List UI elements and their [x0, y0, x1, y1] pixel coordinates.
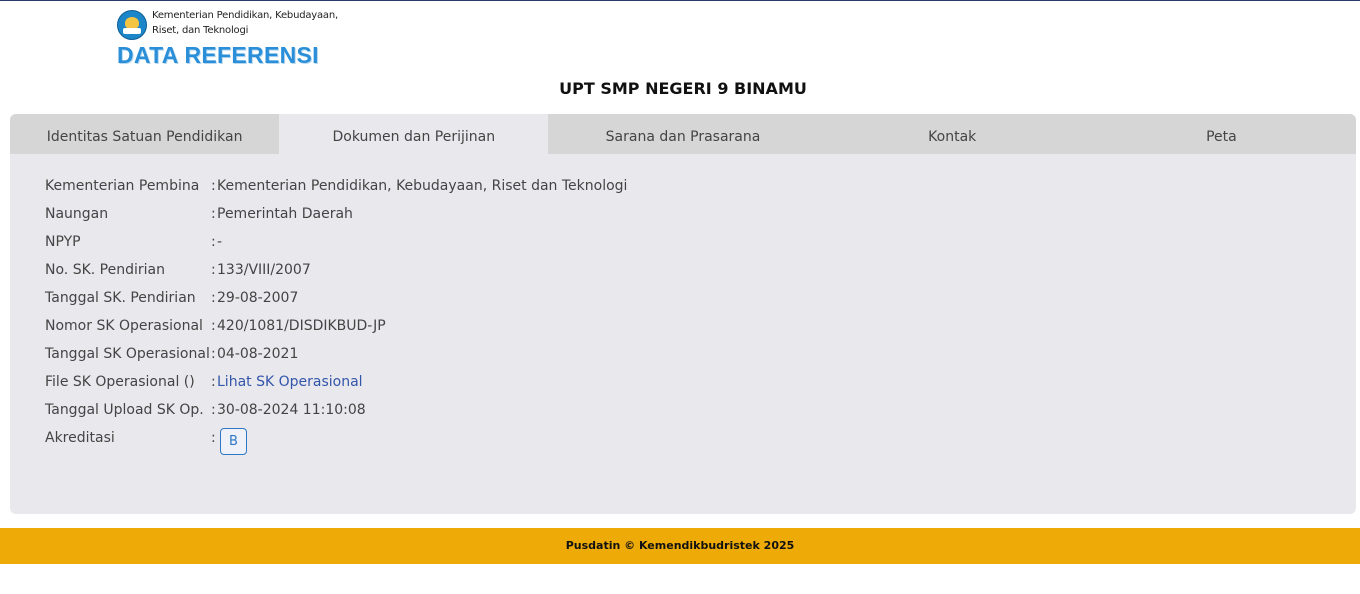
- detail-label: Akreditasi: [45, 430, 115, 446]
- detail-label: Kementerian Pembina: [45, 178, 200, 194]
- tab-sarana[interactable]: Sarana dan Prasarana: [548, 114, 817, 154]
- tut-wuri-handayani-emblem-icon: [117, 10, 147, 40]
- detail-value: -: [217, 234, 223, 250]
- detail-value: 04-08-2021: [217, 346, 299, 362]
- tab-bar: Identitas Satuan Pendidikan Dokumen dan …: [10, 114, 1356, 154]
- top-border: [0, 0, 1360, 1]
- accreditation-badge: B: [220, 428, 247, 455]
- footer-text: Pusdatin © Kemendikbudristek 2025: [0, 528, 1360, 564]
- school-name: UPT SMP NEGERI 9 BINAMU: [559, 79, 807, 98]
- detail-label: Nomor SK Operasional: [45, 318, 203, 334]
- detail-label: No. SK. Pendirian: [45, 262, 165, 278]
- detail-value: 30-08-2024 11:10:08: [217, 402, 366, 418]
- tab-identitas[interactable]: Identitas Satuan Pendidikan: [10, 114, 279, 154]
- separator: :: [211, 206, 216, 222]
- detail-label: File SK Operasional (): [45, 374, 195, 390]
- tab-kontak[interactable]: Kontak: [818, 114, 1087, 154]
- separator: :: [211, 178, 216, 194]
- separator: :: [211, 318, 216, 334]
- separator: :: [211, 402, 216, 418]
- detail-label: Tanggal Upload SK Op.: [45, 402, 204, 418]
- ministry-name-line2: Riset, dan Teknologi: [152, 25, 249, 36]
- ministry-name-line1: Kementerian Pendidikan, Kebudayaan,: [152, 10, 338, 21]
- detail-value: 29-08-2007: [217, 290, 299, 306]
- separator: :: [211, 290, 216, 306]
- detail-value: Kementerian Pendidikan, Kebudayaan, Rise…: [217, 178, 628, 194]
- detail-label: Tanggal SK. Pendirian: [45, 290, 196, 306]
- separator: :: [211, 346, 216, 362]
- detail-label: Tanggal SK Operasional: [45, 346, 210, 362]
- detail-label: Naungan: [45, 206, 109, 222]
- detail-value: 420/1081/DISDIKBUD-JP: [217, 318, 386, 334]
- tab-dokumen[interactable]: Dokumen dan Perijinan: [279, 114, 549, 154]
- tab-peta[interactable]: Peta: [1087, 114, 1356, 154]
- detail-value: Pemerintah Daerah: [217, 206, 353, 222]
- separator: :: [211, 430, 216, 446]
- separator: :: [211, 262, 216, 278]
- view-sk-operasional-link[interactable]: Lihat SK Operasional: [217, 374, 363, 390]
- separator: :: [211, 234, 216, 250]
- detail-value: 133/VIII/2007: [217, 262, 311, 278]
- detail-label: NPYP: [45, 234, 81, 250]
- separator: :: [211, 374, 216, 390]
- brand-title: DATA REFERENSI: [117, 42, 319, 68]
- detail-panel: Identitas Satuan Pendidikan Dokumen dan …: [10, 114, 1356, 514]
